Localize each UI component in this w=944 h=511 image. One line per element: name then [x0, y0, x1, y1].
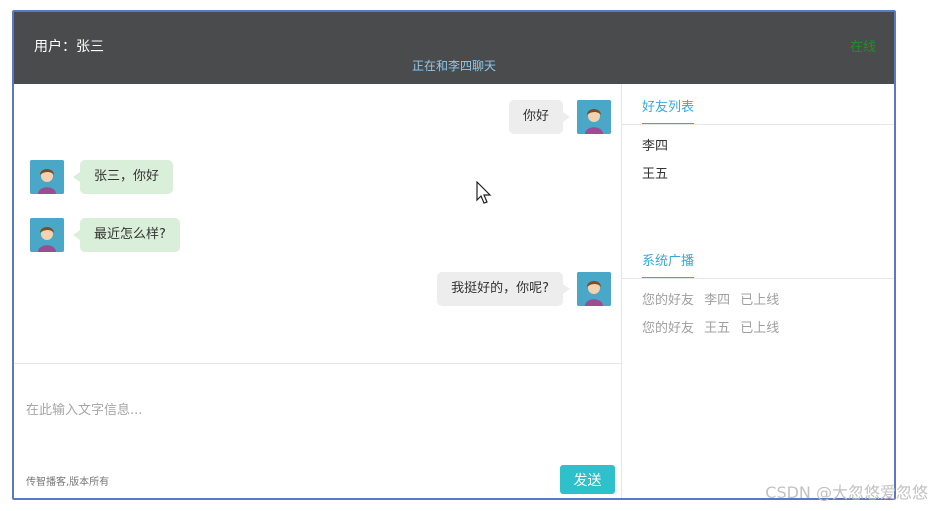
message-input[interactable] [24, 394, 608, 426]
my-avatar-icon [577, 272, 611, 306]
message-bubble: 我挺好的，你呢? [437, 272, 570, 306]
side-panel: 好友列表 李四 王五 系统广播 您的好友 李四 已上线 您的好友 王五 已上线 [622, 84, 894, 498]
message-bubble: 张三，你好 [72, 160, 174, 194]
broadcast-item: 您的好友 李四 已上线 [642, 293, 780, 308]
broadcast-title[interactable]: 系统广播 [642, 250, 695, 279]
online-status: 在线 [849, 40, 876, 55]
chat-with-label: 正在和李四聊天 [411, 59, 496, 73]
contact-avatar-icon [30, 160, 64, 194]
friend-item-lisi[interactable]: 李四 [642, 135, 668, 154]
mouse-cursor-icon [476, 181, 492, 204]
divider [622, 124, 894, 125]
header-bar: 用户：张三 在线 正在和李四聊天 [14, 12, 894, 84]
copyright-text: 传智播客,版本所有 [26, 477, 110, 488]
broadcast-item: 您的好友 王五 已上线 [642, 321, 780, 336]
friend-item-wangwu[interactable]: 王五 [642, 163, 668, 182]
chat-window: 用户：张三 在线 正在和李四聊天 你好 张三，你好 最近怎么样? 我挺好的，你呢… [12, 10, 896, 500]
current-user-label: 用户：张三 [34, 39, 104, 55]
message-bubble: 你好 [508, 100, 571, 134]
message-bubble: 最近怎么样? [73, 218, 180, 252]
my-avatar-icon [577, 100, 611, 134]
send-button[interactable]: 发送 [560, 465, 615, 494]
message-area[interactable]: 你好 张三，你好 最近怎么样? 我挺好的，你呢? [14, 84, 622, 364]
divider [622, 278, 894, 279]
friend-list-title[interactable]: 好友列表 [642, 96, 695, 125]
watermark-text: CSDN @大忽悠爱忽悠 [765, 483, 928, 502]
contact-avatar-icon [30, 218, 64, 252]
compose-area: 传智播客,版本所有 发送 [14, 364, 622, 498]
